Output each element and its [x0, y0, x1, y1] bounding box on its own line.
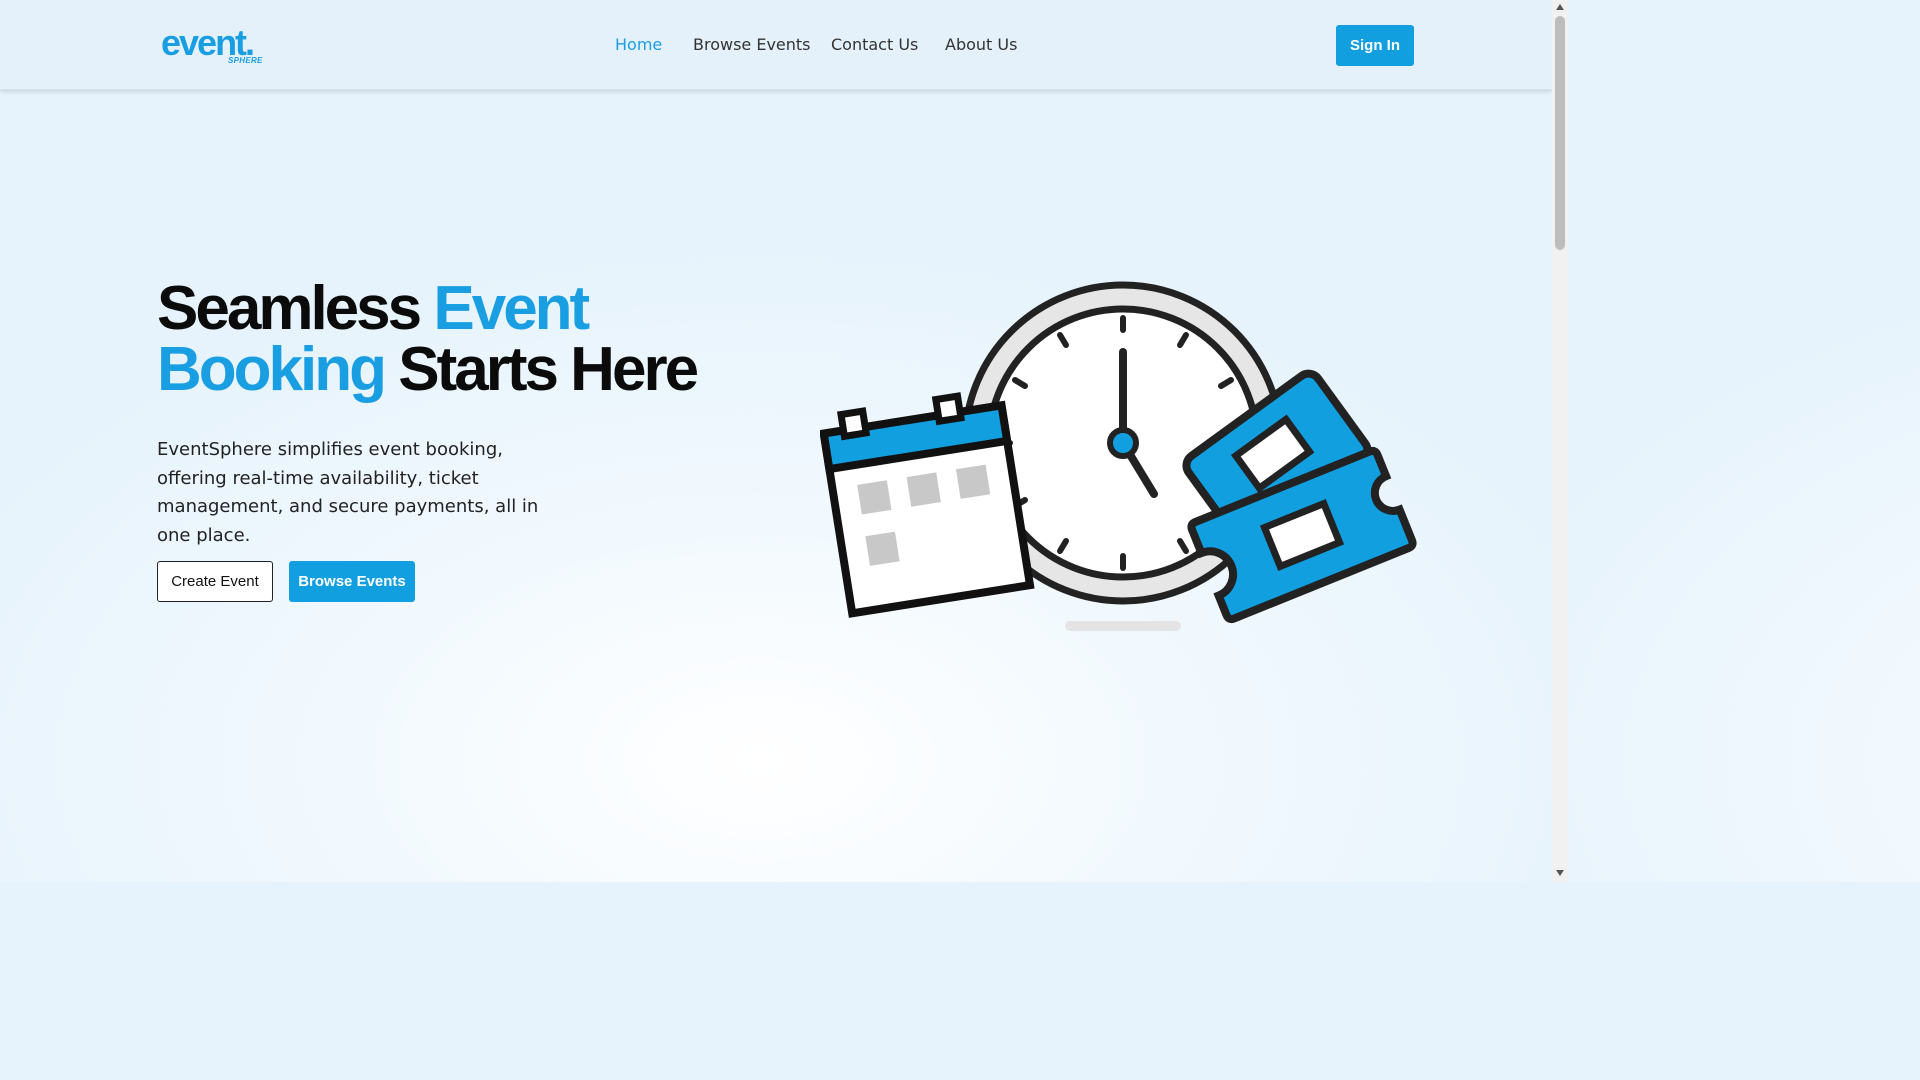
headline-part-4: Starts Here — [398, 335, 699, 404]
nav-home[interactable]: Home — [615, 35, 662, 54]
create-event-button[interactable]: Create Event — [157, 561, 273, 602]
hero-illustration — [820, 281, 1417, 631]
nav-contact-us[interactable]: Contact Us — [831, 35, 918, 54]
scroll-up-icon[interactable] — [1556, 4, 1564, 10]
scrollbar[interactable] — [1552, 0, 1568, 882]
headline-part-1: Seamless — [157, 274, 422, 343]
scroll-thumb[interactable] — [1555, 16, 1565, 250]
logo[interactable]: event. SPHERE — [161, 22, 273, 68]
calendar-icon — [820, 392, 1035, 618]
hero-description: EventSphere simplifies event booking, of… — [157, 439, 539, 546]
logo-subtext: SPHERE — [228, 56, 263, 65]
illustration-shadow — [1065, 621, 1181, 631]
nav-browse-events[interactable]: Browse Events — [693, 35, 811, 54]
browse-events-button[interactable]: Browse Events — [289, 561, 415, 602]
hero-headline: Seamless Event Booking Starts Here — [157, 278, 777, 401]
scroll-down-icon[interactable] — [1556, 870, 1564, 876]
nav-about-us[interactable]: About Us — [945, 35, 1017, 54]
headline-part-2: Event — [433, 274, 590, 343]
headline-part-3: Booking — [157, 335, 387, 404]
sign-in-button[interactable]: Sign In — [1336, 25, 1414, 66]
navbar: event. SPHERE Home Browse Events Contact… — [0, 0, 1552, 90]
